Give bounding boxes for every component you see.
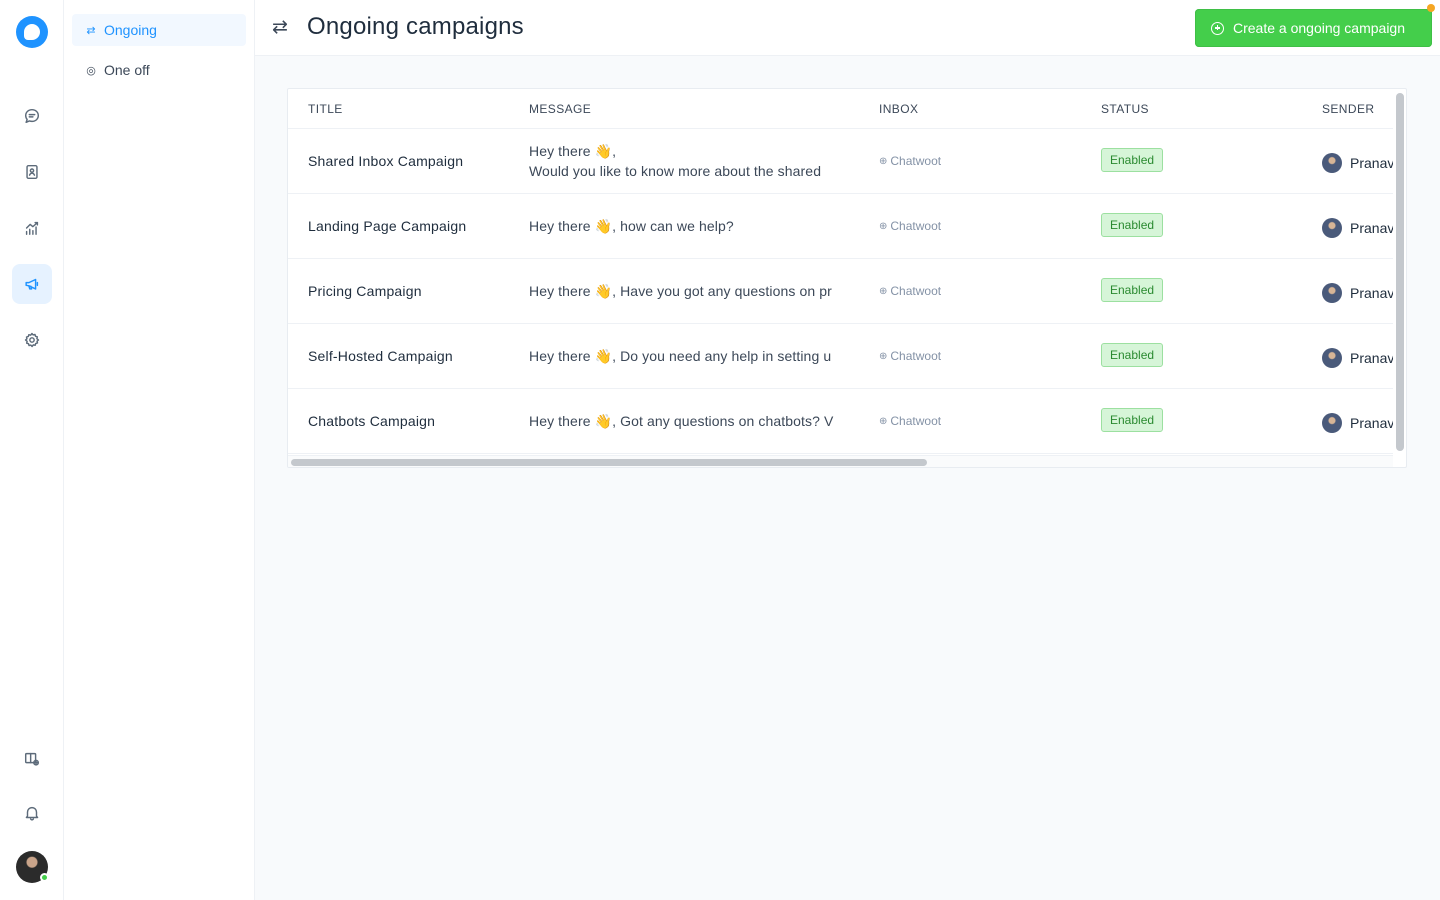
create-campaign-label: Create a ongoing campaign <box>1233 20 1406 36</box>
globe-icon: ⊕ <box>879 220 888 232</box>
sender-name: Pranav <box>1350 285 1393 301</box>
campaign-message-line: Hey there 👋, Do you need any help in set… <box>529 348 832 364</box>
column-header-status: STATUS <box>1101 102 1149 116</box>
campaign-title: Landing Page Campaign <box>308 218 467 234</box>
avatar <box>1322 218 1342 238</box>
switch-icon[interactable]: ⇄ <box>272 16 292 38</box>
campaigns-subnav: ⇄ Ongoing ◎ One off <box>64 0 255 900</box>
table-header: TITLE MESSAGE INBOX STATUS SENDER <box>288 89 1393 129</box>
horizontal-scrollbar[interactable] <box>291 459 927 466</box>
campaign-inbox[interactable]: ⊕ Chatwoot <box>879 219 941 233</box>
inbox-name: Chatwoot <box>890 284 942 298</box>
campaign-title: Shared Inbox Campaign <box>308 153 464 169</box>
inbox-name: Chatwoot <box>890 219 942 233</box>
avatar <box>1322 153 1342 173</box>
subnav-item-ongoing[interactable]: ⇄ Ongoing <box>72 14 246 46</box>
settings-icon[interactable] <box>12 320 52 360</box>
inbox-name: Chatwoot <box>890 349 942 363</box>
campaign-message: Hey there 👋, Got any questions on chatbo… <box>529 411 841 431</box>
contacts-icon[interactable] <box>12 152 52 192</box>
status-badge: Enabled <box>1101 278 1164 302</box>
primary-sidebar <box>0 0 64 900</box>
create-campaign-button[interactable]: Create a ongoing campaign <box>1195 9 1432 47</box>
table-row[interactable]: Landing Page Campaign Hey there 👋, how c… <box>288 194 1393 259</box>
campaign-title: Chatbots Campaign <box>308 413 436 429</box>
campaign-message: Hey there 👋, Have you got any questions … <box>529 281 841 301</box>
broadcast-icon: ◎ <box>86 64 96 77</box>
globe-icon: ⊕ <box>879 415 888 427</box>
user-avatar[interactable] <box>16 851 49 883</box>
campaign-message: Hey there 👋, Do you need any help in set… <box>529 346 841 366</box>
campaign-sender: Pranav <box>1322 218 1393 238</box>
campaign-sender: Pranav <box>1322 153 1393 173</box>
table-row[interactable]: Shared Inbox Campaign Hey there 👋, Would… <box>288 129 1393 194</box>
column-header-sender: SENDER <box>1322 102 1375 116</box>
campaign-message-line: Hey there 👋, <box>529 143 617 159</box>
status-badge: Enabled <box>1101 148 1164 172</box>
page-header: ⇄ Ongoing campaigns Create a ongoing cam… <box>255 0 1440 56</box>
globe-icon: ⊕ <box>879 285 888 297</box>
column-header-message: MESSAGE <box>529 102 592 116</box>
campaigns-table[interactable]: TITLE MESSAGE INBOX STATUS SENDER Shared… <box>288 89 1393 455</box>
sender-name: Pranav <box>1350 350 1393 366</box>
column-header-inbox: INBOX <box>879 102 919 116</box>
page-title: Ongoing campaigns <box>307 13 524 40</box>
table-row[interactable]: Chatbots Campaign Hey there 👋, Got any q… <box>288 389 1393 454</box>
chatwoot-logo-icon[interactable] <box>16 16 48 48</box>
subnav-item-label: Ongoing <box>104 22 157 38</box>
campaign-inbox[interactable]: ⊕ Chatwoot <box>879 349 941 363</box>
globe-icon: ⊕ <box>879 350 888 362</box>
conversations-icon[interactable] <box>12 96 52 136</box>
campaign-inbox[interactable]: ⊕ Chatwoot <box>879 154 941 168</box>
campaign-message-line: Hey there 👋, Have you got any questions … <box>529 283 832 299</box>
inbox-name: Chatwoot <box>890 154 942 168</box>
campaign-sender: Pranav <box>1322 283 1393 303</box>
add-circle-icon <box>1211 21 1224 35</box>
inbox-name: Chatwoot <box>890 414 942 428</box>
table-row[interactable]: Pricing Campaign Hey there 👋, Have you g… <box>288 259 1393 324</box>
campaign-inbox[interactable]: ⊕ Chatwoot <box>879 284 941 298</box>
horizontal-scrollbar-track[interactable] <box>288 455 1393 467</box>
status-badge: Enabled <box>1101 213 1164 237</box>
campaign-message-line: Hey there 👋, Got any questions on chatbo… <box>529 413 834 429</box>
notifications-icon[interactable] <box>12 793 52 833</box>
sender-name: Pranav <box>1350 415 1393 431</box>
status-badge: Enabled <box>1101 408 1164 432</box>
campaign-title: Pricing Campaign <box>308 283 422 299</box>
campaign-message-line: Hey there 👋, how can we help? <box>529 218 734 234</box>
avatar <box>1322 413 1342 433</box>
campaign-message: Hey there 👋, how can we help? <box>529 216 841 236</box>
sender-name: Pranav <box>1350 155 1393 171</box>
sender-name: Pranav <box>1350 220 1393 236</box>
table-row[interactable]: Self-Hosted Campaign Hey there 👋, Do you… <box>288 324 1393 389</box>
help-center-icon[interactable] <box>12 739 52 779</box>
campaign-message: Hey there 👋, Would you like to know more… <box>529 141 841 181</box>
online-status-dot <box>40 873 49 882</box>
update-indicator-dot <box>1427 4 1435 12</box>
campaign-sender: Pranav <box>1322 348 1393 368</box>
vertical-scrollbar[interactable] <box>1396 93 1404 451</box>
campaigns-icon[interactable] <box>12 264 52 304</box>
campaign-title: Self-Hosted Campaign <box>308 348 453 364</box>
avatar <box>1322 283 1342 303</box>
column-header-title: TITLE <box>308 102 343 116</box>
campaign-inbox[interactable]: ⊕ Chatwoot <box>879 414 941 428</box>
subnav-item-label: One off <box>104 62 150 78</box>
globe-icon: ⊕ <box>879 155 888 167</box>
campaign-message-line: Would you like to know more about the sh… <box>529 163 822 179</box>
campaigns-table-card: TITLE MESSAGE INBOX STATUS SENDER Shared… <box>287 88 1407 468</box>
reports-icon[interactable] <box>12 208 52 248</box>
avatar <box>1322 348 1342 368</box>
status-badge: Enabled <box>1101 343 1164 367</box>
subnav-item-one-off[interactable]: ◎ One off <box>72 54 246 86</box>
campaign-sender: Pranav <box>1322 413 1393 433</box>
switch-icon: ⇄ <box>86 24 96 37</box>
